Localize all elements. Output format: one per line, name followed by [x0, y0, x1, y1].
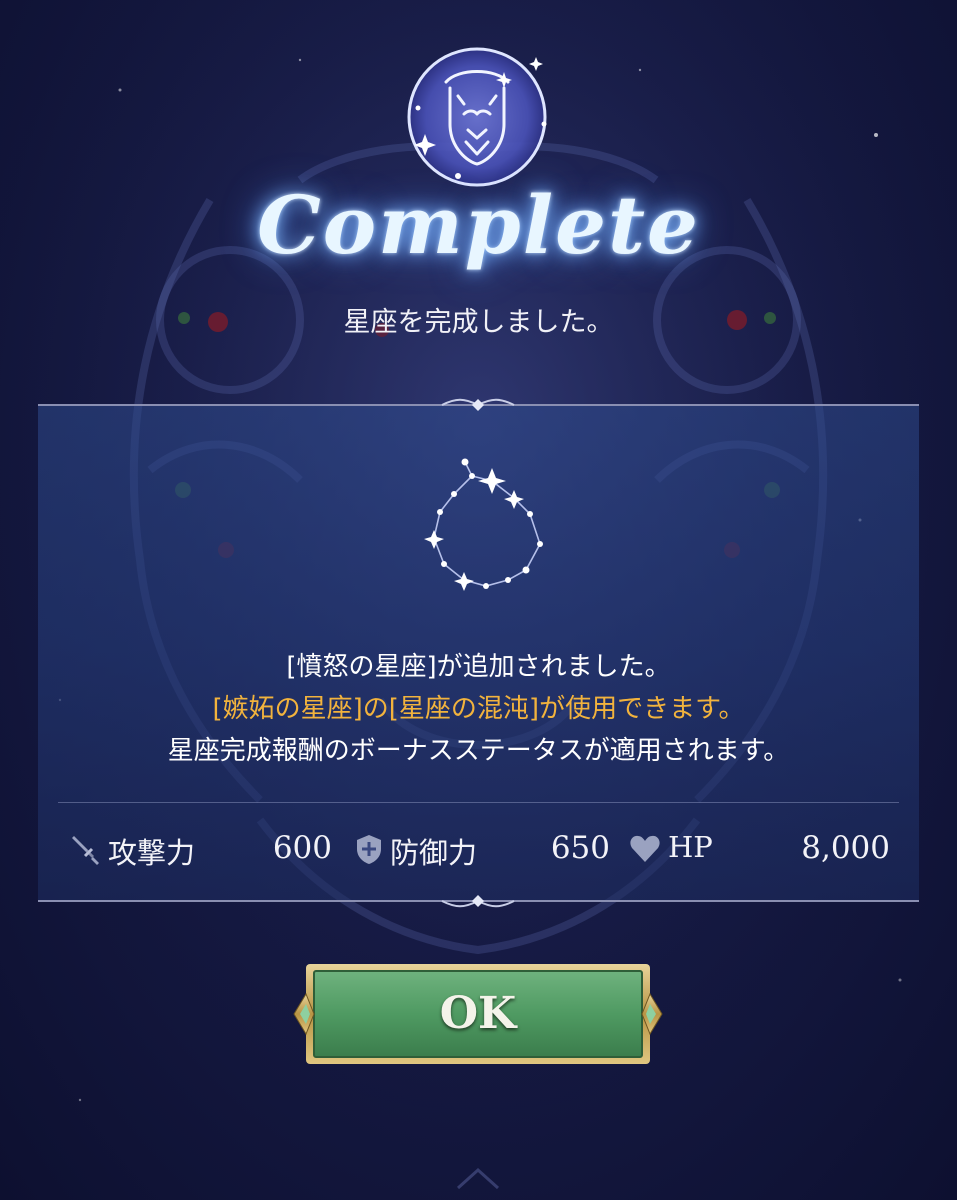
top-divider-ornament [441, 398, 515, 411]
stat-value-hp: 8,000 [801, 830, 890, 866]
sword-icon [72, 836, 99, 865]
bonus-stats-row: 攻撃力 600 防御力 650 HP 8,000 [0, 826, 957, 876]
wrath-constellation-icon [424, 458, 543, 591]
bonus-applied-message: 星座完成報酬のボーナスステータスが適用されます。 [167, 736, 790, 766]
constellation-added-message: [憤怒の星座]が追加されました。 [286, 652, 671, 682]
stat-value-attack: 600 [272, 830, 332, 866]
completion-subtitle: 星座を完成しました。 [343, 307, 614, 338]
shield-icon [357, 835, 381, 864]
stats-divider [58, 802, 899, 803]
stat-label-defense: 防御力 [390, 836, 478, 870]
ok-button[interactable]: OK [292, 958, 664, 1070]
stat-value-defense: 650 [550, 830, 610, 866]
lion-constellation-emblem [407, 47, 547, 187]
heart-icon [630, 835, 660, 862]
bottom-divider-ornament [441, 895, 515, 908]
chaos-available-message: [嫉妬の星座]の[星座の混沌]が使用できます。 [212, 694, 745, 724]
complete-title: Complete [257, 178, 700, 272]
stat-label-attack: 攻撃力 [108, 836, 196, 870]
stat-label-hp: HP [668, 830, 713, 864]
ok-button-label: OK [439, 988, 517, 1039]
